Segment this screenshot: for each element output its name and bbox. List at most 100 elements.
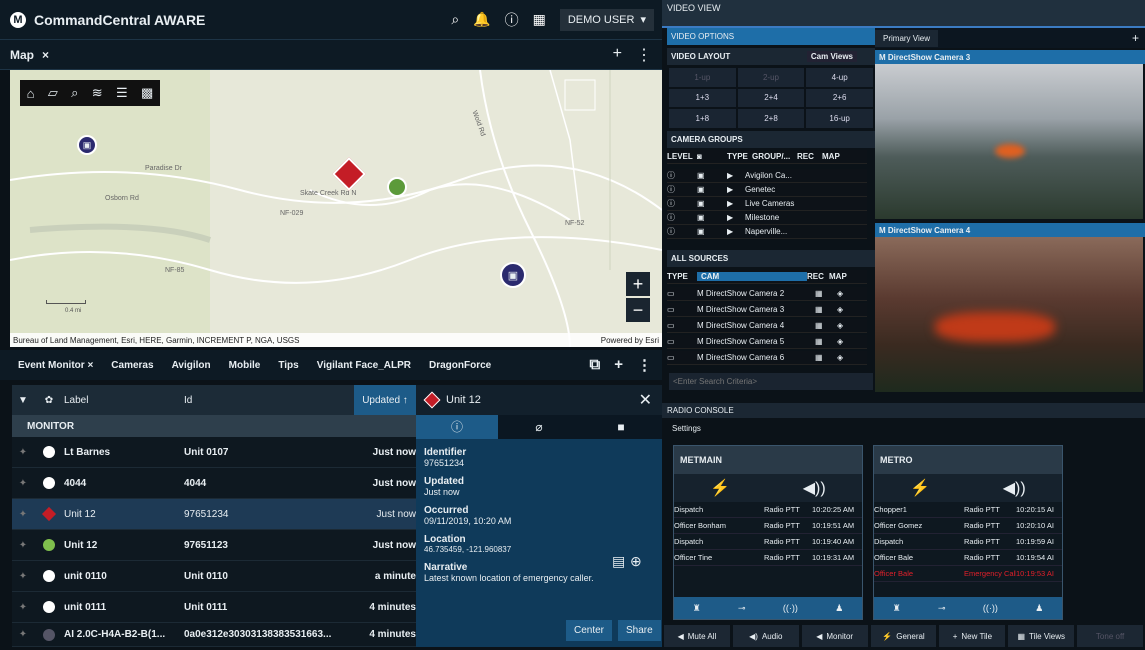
map-pin-icon[interactable]: ◈ — [837, 321, 843, 330]
new-tile-button[interactable]: + New Tile — [939, 625, 1006, 647]
tab-map[interactable]: Map × — [0, 48, 59, 62]
emergency-icon[interactable]: ⚡ — [710, 478, 730, 498]
tab-mobile[interactable]: Mobile — [229, 360, 261, 371]
close-icon[interactable]: ✕ — [639, 390, 652, 410]
map-pin-icon[interactable]: ◈ — [837, 337, 843, 346]
play-icon[interactable]: ▶ — [727, 171, 745, 180]
col-type[interactable]: TYPE — [727, 152, 752, 161]
patch-icon[interactable]: ♟ — [1035, 603, 1043, 614]
list-item[interactable]: ⓘ ▣ ▶ Genetec — [667, 183, 867, 197]
map-pin-icon[interactable]: ◈ — [837, 305, 843, 314]
table-row[interactable]: ✦ Lt Barnes Unit 0107 Just now — [12, 437, 416, 468]
monitor-button[interactable]: ◀ Monitor — [801, 625, 868, 647]
pin-icon[interactable]: ✦ — [12, 447, 34, 458]
vehicle-marker-icon[interactable] — [387, 177, 407, 197]
ptt-icon[interactable]: ♜ — [893, 603, 901, 614]
tone-off-button[interactable]: Tone off — [1077, 625, 1144, 647]
camera-video-feed[interactable] — [875, 237, 1143, 392]
layout-1up-button[interactable]: 1-up — [669, 68, 736, 87]
key-icon[interactable]: ⊸ — [938, 603, 946, 614]
notification-bell-icon[interactable]: 🔔 — [473, 11, 490, 28]
emergency-icon[interactable]: ⚡ — [910, 478, 930, 498]
pin-icon[interactable]: ✦ — [12, 629, 34, 640]
settings-gear-icon[interactable]: ✿ — [34, 395, 64, 406]
play-icon[interactable]: ▶ — [727, 199, 745, 208]
info-icon[interactable]: ⓘ — [505, 10, 519, 30]
map-pin-icon[interactable]: ◈ — [837, 289, 843, 298]
map-view[interactable]: Paradise Dr Osborn Rd Skate Creek Rd N W… — [10, 70, 662, 347]
tab-avigilon[interactable]: Avigilon — [172, 360, 211, 371]
radio-channel-card[interactable]: METMAIN ⚡ ◀)) Dispatch Radio PTT 10:20:25 A… — [673, 445, 863, 620]
add-icon[interactable]: + — [1132, 31, 1139, 45]
col-map[interactable]: MAP — [822, 152, 840, 161]
tab-event-monitor[interactable]: Event Monitor × — [18, 360, 93, 371]
col-map[interactable]: MAP — [829, 272, 847, 281]
pin-icon[interactable]: ✦ — [12, 602, 34, 613]
column-id[interactable]: Id — [184, 395, 354, 406]
play-icon[interactable]: ▶ — [727, 213, 745, 222]
volume-icon[interactable]: ◀)) — [1003, 478, 1026, 498]
table-row-selected[interactable]: ✦ Unit 12 97651234 Just now — [12, 499, 416, 530]
list-item[interactable]: ⓘ ▣ ▶ Live Cameras — [667, 197, 867, 211]
list-item[interactable]: ▭ M DirectShow Camera 4 ▦ ◈ — [667, 319, 867, 333]
center-button[interactable]: Center — [566, 620, 613, 641]
map-pin-icon[interactable]: ◈ — [837, 353, 843, 362]
add-icon[interactable]: + — [613, 45, 622, 65]
volume-icon[interactable]: ◀)) — [803, 478, 826, 498]
table-row[interactable]: ✦ unit 0110 Unit 0110 a minute — [12, 561, 416, 592]
list-item[interactable]: ⓘ ▣ ▶ Avigilon Ca... — [667, 169, 867, 183]
list-item[interactable]: ⓘ ▣ ▶ Naperville... — [667, 225, 867, 239]
camera-search-input[interactable] — [669, 373, 873, 390]
record-icon[interactable]: ▦ — [815, 305, 837, 314]
list-icon[interactable]: ☰ — [116, 85, 128, 101]
pin-icon[interactable]: ✦ — [12, 478, 34, 489]
add-icon[interactable]: + — [614, 356, 623, 374]
col-rec[interactable]: REC — [797, 152, 822, 161]
list-item[interactable]: ▭ M DirectShow Camera 6 ▦ ◈ — [667, 351, 867, 365]
table-row[interactable]: ✦ AI 2.0C-H4A-B2-B(1... 0a0e312e3030313838… — [12, 623, 416, 647]
record-icon[interactable]: ▦ — [815, 337, 837, 346]
map-locate-icon[interactable]: ⊕ — [630, 553, 642, 570]
tab-cameras[interactable]: Cameras — [111, 360, 153, 371]
play-icon[interactable]: ▶ — [727, 185, 745, 194]
popout-icon[interactable]: ⧉ — [590, 356, 601, 374]
record-icon[interactable]: ▦ — [815, 321, 837, 330]
broadcast-icon[interactable]: ((·)) — [983, 603, 998, 613]
draw-icon[interactable]: ▱ — [48, 85, 58, 101]
audio-button[interactable]: ◀) Audio — [732, 625, 799, 647]
patch-icon[interactable]: ♟ — [835, 603, 843, 614]
pin-icon[interactable]: ✦ — [12, 509, 34, 520]
zoom-out-button[interactable]: − — [626, 298, 650, 322]
radio-channel-card[interactable]: METRO ⚡ ◀)) Chopper1 Radio PTT 10:20:15 AI … — [873, 445, 1063, 620]
column-label[interactable]: Label — [64, 395, 184, 406]
col-type[interactable]: TYPE — [667, 272, 697, 281]
list-item[interactable]: ▭ M DirectShow Camera 5 ▦ ◈ — [667, 335, 867, 349]
basemap-icon[interactable]: ▩ — [141, 85, 153, 101]
attachment-tab-icon[interactable]: ⌀ — [498, 420, 580, 434]
col-rec[interactable]: REC — [807, 272, 829, 281]
ptt-icon[interactable]: ♜ — [693, 603, 701, 614]
settings-link[interactable]: Settings — [672, 424, 701, 433]
key-icon[interactable]: ⊸ — [738, 603, 746, 614]
mute-all-button[interactable]: ◀ Mute All — [664, 625, 730, 647]
col-group[interactable]: GROUP/... — [752, 152, 797, 161]
layout-2plus4-button[interactable]: 2+4 — [737, 88, 805, 108]
more-vertical-icon[interactable]: ⋮ — [636, 45, 652, 65]
record-icon[interactable]: ▦ — [815, 289, 837, 298]
video-tab-icon[interactable]: ■ — [580, 420, 662, 434]
tab-vigilant[interactable]: Vigilant Face_ALPR — [317, 360, 411, 371]
col-cam[interactable]: CAM — [697, 272, 807, 281]
tile-views-button[interactable]: ▦ Tile Views — [1008, 625, 1075, 647]
column-updated[interactable]: Updated ↑ — [354, 385, 416, 415]
record-icon[interactable]: ▦ — [815, 353, 837, 362]
layout-1plus8-button[interactable]: 1+8 — [669, 109, 736, 128]
layout-2plus6-button[interactable]: 2+6 — [806, 88, 873, 108]
share-button[interactable]: Share — [618, 620, 661, 641]
info-tab-icon[interactable]: ⓘ — [416, 415, 498, 439]
layout-2up-button[interactable]: 2-up — [737, 68, 805, 87]
list-item[interactable]: ▭ M DirectShow Camera 3 ▦ ◈ — [667, 303, 867, 317]
tab-primary-view[interactable]: Primary View — [875, 29, 938, 47]
col-level[interactable]: LEVEL — [667, 152, 697, 161]
layers-icon[interactable]: ≋ — [92, 85, 103, 101]
home-icon[interactable]: ⌂ — [27, 86, 35, 101]
